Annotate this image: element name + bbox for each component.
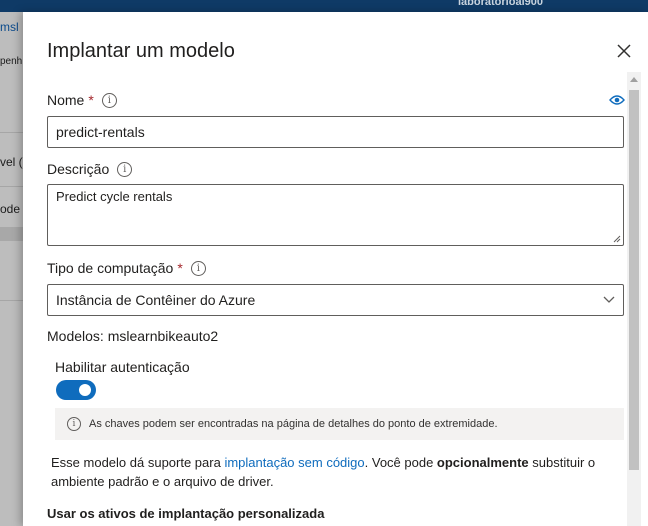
compute-type-dropdown[interactable]: Instância de Contêiner do Azure xyxy=(47,284,624,316)
background-text: msl xyxy=(0,20,19,34)
paragraph-text: Esse modelo dá suporte para xyxy=(51,455,225,470)
no-code-deploy-link[interactable]: implantação sem código xyxy=(224,455,364,470)
deploy-model-dialog: Implantar um modelo Nome * i predict-ren… xyxy=(23,12,648,526)
name-input[interactable]: predict-rentals xyxy=(47,116,624,148)
required-marker: * xyxy=(177,260,183,276)
description-label: Descrição xyxy=(47,161,110,177)
description-label-row: Descrição i xyxy=(47,161,133,177)
app-top-bar xyxy=(0,0,648,12)
description-textarea[interactable]: Predict cycle rentals xyxy=(47,184,624,246)
close-icon[interactable] xyxy=(615,42,633,60)
paragraph-bold: opcionalmente xyxy=(436,455,529,470)
scroll-up-arrow-icon[interactable] xyxy=(627,72,641,86)
eye-icon[interactable] xyxy=(609,94,625,106)
scrollbar[interactable] xyxy=(627,72,641,526)
info-icon[interactable]: i xyxy=(117,161,133,177)
scrollbar-thumb[interactable] xyxy=(629,90,639,470)
info-icon[interactable]: i xyxy=(190,260,206,276)
compute-type-value: Instância de Contêiner do Azure xyxy=(56,292,256,308)
info-icon[interactable]: i xyxy=(101,92,117,108)
info-message-text: As chaves podem ser encontradas na págin… xyxy=(89,418,498,430)
description-value: Predict cycle rentals xyxy=(56,189,173,204)
chevron-down-icon xyxy=(603,296,615,303)
models-text: Modelos: mslearnbikeauto2 xyxy=(47,328,219,344)
user-name: laboratorioai900 xyxy=(458,0,543,8)
name-label: Nome xyxy=(47,92,85,108)
name-label-row: Nome * i xyxy=(47,92,117,108)
auth-toggle[interactable] xyxy=(56,380,96,400)
custom-assets-section-title: Usar os ativos de implantação personaliz… xyxy=(47,506,325,521)
info-icon: i xyxy=(67,417,81,431)
background-text: vel ( xyxy=(0,155,23,169)
info-message-bar: i As chaves podem ser encontradas na pág… xyxy=(55,408,624,440)
compute-label-row: Tipo de computação * i xyxy=(47,260,206,276)
background-text: penh xyxy=(0,56,23,67)
toggle-knob xyxy=(79,384,91,396)
background-text: ode xyxy=(0,202,21,216)
required-marker: * xyxy=(88,92,94,108)
compute-label: Tipo de computação xyxy=(47,260,174,276)
resize-handle-icon[interactable] xyxy=(613,235,621,243)
support-paragraph: Esse modelo dá suporte para implantação … xyxy=(51,453,611,491)
dialog-title: Implantar um modelo xyxy=(47,40,235,62)
auth-toggle-label: Habilitar autenticação xyxy=(55,359,190,375)
paragraph-text: . Você pode xyxy=(364,455,437,470)
